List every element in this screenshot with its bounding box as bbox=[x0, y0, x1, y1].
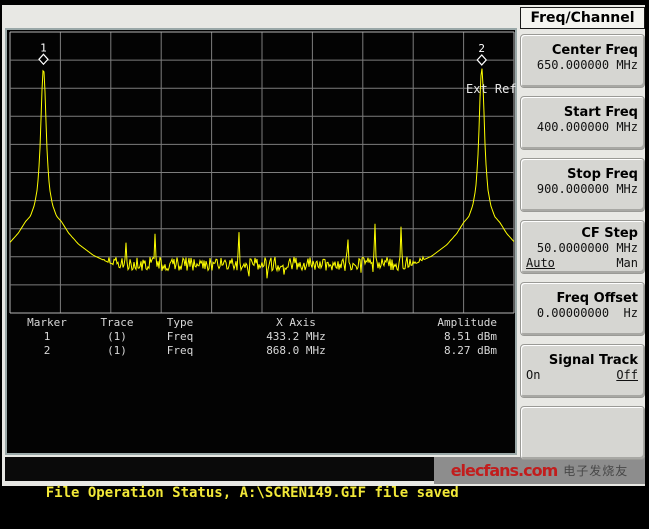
softkey-value: 0.00000000 Hz bbox=[526, 306, 638, 321]
softkey-value: 650.000000 MHz bbox=[526, 58, 638, 73]
softkey-value: 50.0000000 MHz bbox=[526, 241, 638, 256]
marker-number: 1 bbox=[7, 330, 87, 344]
softkey-blank[interactable] bbox=[520, 406, 645, 460]
marker-xaxis: 433.2 MHz bbox=[213, 330, 379, 344]
marker-row-2: 2 (1) Freq 868.0 MHz 8.27 dBm bbox=[7, 344, 515, 358]
softkey-stop-freq[interactable]: Stop Freq 900.000000 MHz bbox=[520, 158, 645, 212]
watermark: elecfans.com 电子发烧友 bbox=[434, 457, 645, 484]
softkey-cf-step[interactable]: CF Step 50.0000000 MHz Auto Man bbox=[520, 220, 645, 274]
softkey-value: 900.000000 MHz bbox=[526, 182, 638, 197]
marker-1-label: 1 bbox=[40, 41, 47, 54]
marker-type: Freq bbox=[147, 330, 213, 344]
spectrum-display: 12 Ext Ref Marker Trace Type X Axis Ampl… bbox=[5, 28, 517, 455]
marker-table-header: Marker Trace Type X Axis Amplitude bbox=[7, 316, 515, 330]
marker-xaxis: 868.0 MHz bbox=[213, 344, 379, 358]
marker-1-diamond bbox=[39, 54, 48, 64]
softkey-label: Signal Track bbox=[526, 353, 638, 368]
softkey-menu: Freq/Channel Center Freq 650.000000 MHz … bbox=[520, 7, 645, 460]
analyzer-screen: 12 Ext Ref Marker Trace Type X Axis Ampl… bbox=[2, 5, 645, 486]
softkey-freq-offset[interactable]: Freq Offset 0.00000000 Hz bbox=[520, 282, 645, 336]
toggle-auto: Auto bbox=[526, 256, 555, 271]
softkey-label: Start Freq bbox=[526, 105, 638, 120]
toggle-on: On bbox=[526, 368, 540, 383]
spectrum-graticule: 12 bbox=[9, 31, 515, 315]
amplitude-col-header: Amplitude bbox=[379, 316, 515, 330]
marker-amplitude: 8.51 dBm bbox=[379, 330, 515, 344]
status-text: File Operation Status, A:\SCREN149.GIF f… bbox=[46, 485, 459, 501]
status-bar: File Operation Status, A:\SCREN149.GIF f… bbox=[5, 457, 439, 481]
marker-amplitude: 8.27 dBm bbox=[379, 344, 515, 358]
softkey-start-freq[interactable]: Start Freq 400.000000 MHz bbox=[520, 96, 645, 150]
softkey-label: Center Freq bbox=[526, 43, 638, 58]
softkey-label: Stop Freq bbox=[526, 167, 638, 182]
marker-row-1: 1 (1) Freq 433.2 MHz 8.51 dBm bbox=[7, 330, 515, 344]
grid-lines bbox=[10, 32, 514, 313]
xaxis-col-header: X Axis bbox=[213, 316, 379, 330]
softkey-label: Freq Offset bbox=[526, 291, 638, 306]
softkey-signal-track[interactable]: Signal Track On Off bbox=[520, 344, 645, 398]
softkey-toggle: Auto Man bbox=[526, 256, 638, 271]
softkey-center-freq[interactable]: Center Freq 650.000000 MHz bbox=[520, 34, 645, 88]
toggle-off: Off bbox=[616, 368, 638, 383]
marker-col-header: Marker bbox=[7, 316, 87, 330]
softkey-buttons: Center Freq 650.000000 MHz Start Freq 40… bbox=[520, 34, 645, 460]
marker-trace: (1) bbox=[87, 330, 147, 344]
trace-col-header: Trace bbox=[87, 316, 147, 330]
softkey-toggle: On Off bbox=[526, 368, 638, 383]
ext-ref-indicator: Ext Ref bbox=[466, 82, 517, 96]
softkey-label: CF Step bbox=[526, 226, 638, 241]
marker-number: 2 bbox=[7, 344, 87, 358]
elecfans-logo: elecfans.com bbox=[451, 461, 558, 480]
elecfans-cjk-text: 电子发烧友 bbox=[563, 462, 628, 479]
type-col-header: Type bbox=[147, 316, 213, 330]
toggle-man: Man bbox=[616, 256, 638, 271]
menu-title: Freq/Channel bbox=[520, 7, 645, 29]
marker-trace: (1) bbox=[87, 344, 147, 358]
marker-type: Freq bbox=[147, 344, 213, 358]
marker-2-diamond bbox=[477, 55, 486, 65]
marker-2-label: 2 bbox=[478, 42, 485, 55]
softkey-value: 400.000000 MHz bbox=[526, 120, 638, 135]
marker-table: Marker Trace Type X Axis Amplitude 1 (1)… bbox=[7, 316, 515, 358]
